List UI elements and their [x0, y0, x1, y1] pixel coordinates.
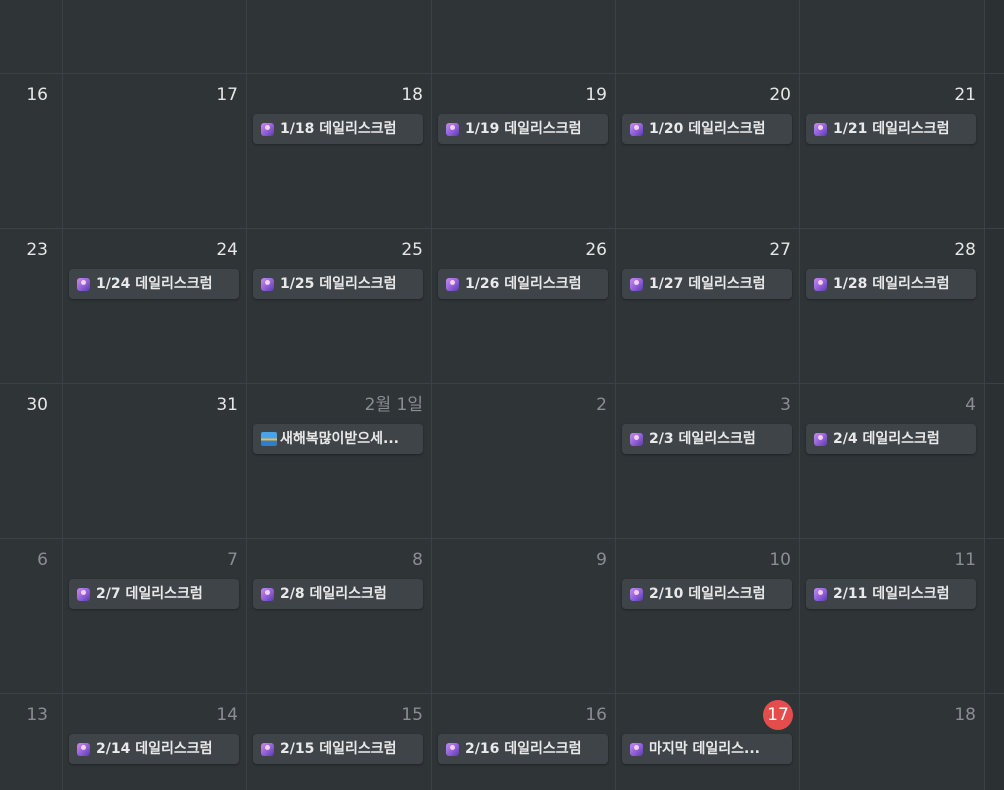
- calendar-event[interactable]: 2/8 데일리스크럼: [253, 579, 423, 609]
- calendar-event[interactable]: 1/27 데일리스크럼: [622, 269, 792, 299]
- calendar-event[interactable]: 2/3 데일리스크럼: [622, 424, 792, 454]
- day-number: 4: [965, 395, 976, 415]
- day-number: 14: [216, 705, 238, 725]
- person-gradient-icon: [77, 588, 90, 601]
- person-gradient-icon: [630, 588, 643, 601]
- day-number: 17: [216, 85, 238, 105]
- event-title: 1/19 데일리스크럼: [465, 121, 582, 137]
- event-title: 2/4 데일리스크럼: [833, 431, 940, 447]
- event-title: 1/18 데일리스크럼: [280, 121, 397, 137]
- person-gradient-icon: [261, 588, 274, 601]
- day-number: 18: [401, 85, 423, 105]
- week-number-label: 16: [26, 85, 48, 105]
- day-number: 19: [585, 85, 607, 105]
- calendar-event[interactable]: 1/26 데일리스크럼: [438, 269, 608, 299]
- calendar-event[interactable]: 2/16 데일리스크럼: [438, 734, 608, 764]
- day-number: 18: [954, 705, 976, 725]
- day-number: 15: [401, 705, 423, 725]
- calendar-event[interactable]: 2/4 데일리스크럼: [806, 424, 976, 454]
- event-title: 2/10 데일리스크럼: [649, 586, 766, 602]
- person-gradient-icon: [630, 433, 643, 446]
- event-title: 2/14 데일리스크럼: [96, 741, 213, 757]
- person-gradient-icon: [446, 123, 459, 136]
- person-gradient-icon: [261, 278, 274, 291]
- calendar-event[interactable]: 2/10 데일리스크럼: [622, 579, 792, 609]
- day-number: 26: [585, 240, 607, 260]
- calendar-event[interactable]: 2/11 데일리스크럼: [806, 579, 976, 609]
- day-number: 8: [412, 550, 423, 570]
- event-title: 마지막 데일리스...: [649, 741, 760, 757]
- calendar-event[interactable]: 1/19 데일리스크럼: [438, 114, 608, 144]
- day-number: 2월 1일: [364, 395, 423, 415]
- grid-column-line: [984, 0, 985, 790]
- day-number: 20: [769, 85, 791, 105]
- sunrise-icon: [261, 432, 277, 446]
- person-gradient-icon: [446, 278, 459, 291]
- event-title: 2/7 데일리스크럼: [96, 586, 203, 602]
- person-gradient-icon: [261, 743, 274, 756]
- calendar-event[interactable]: 2/14 데일리스크럼: [69, 734, 239, 764]
- day-number: 2: [596, 395, 607, 415]
- event-title: 1/27 데일리스크럼: [649, 276, 766, 292]
- event-title: 1/26 데일리스크럼: [465, 276, 582, 292]
- event-title: 2/16 데일리스크럼: [465, 741, 582, 757]
- week-number-label: 30: [26, 395, 48, 415]
- event-title: 1/20 데일리스크럼: [649, 121, 766, 137]
- calendar-event[interactable]: 마지막 데일리스...: [622, 734, 792, 764]
- calendar-event[interactable]: 1/28 데일리스크럼: [806, 269, 976, 299]
- calendar-event[interactable]: 1/24 데일리스크럼: [69, 269, 239, 299]
- week-number-label: 6: [37, 550, 48, 570]
- event-title: 1/21 데일리스크럼: [833, 121, 950, 137]
- event-title: 2/3 데일리스크럼: [649, 431, 756, 447]
- calendar-event[interactable]: 1/18 데일리스크럼: [253, 114, 423, 144]
- day-number: 31: [216, 395, 238, 415]
- week-number-label: 13: [26, 705, 48, 725]
- day-number: 27: [769, 240, 791, 260]
- event-title: 2/15 데일리스크럼: [280, 741, 397, 757]
- day-number: 28: [954, 240, 976, 260]
- event-title: 2/11 데일리스크럼: [833, 586, 950, 602]
- calendar-event[interactable]: 2/15 데일리스크럼: [253, 734, 423, 764]
- today-badge: 17: [763, 700, 793, 730]
- day-number: 10: [769, 550, 791, 570]
- calendar-event[interactable]: 1/20 데일리스크럼: [622, 114, 792, 144]
- month-calendar: 16 23 30 6 13 17 18 1/18 데일리스크럼 19 1/19 데일리스크럼 20 1…: [0, 0, 1004, 790]
- person-gradient-icon: [814, 123, 827, 136]
- event-title: 1/24 데일리스크럼: [96, 276, 213, 292]
- calendar-event[interactable]: 새해복많이받으세...: [253, 424, 423, 454]
- day-number: 25: [401, 240, 423, 260]
- person-gradient-icon: [814, 433, 827, 446]
- day-number: 11: [954, 550, 976, 570]
- event-title: 1/28 데일리스크럼: [833, 276, 950, 292]
- calendar-event[interactable]: 1/25 데일리스크럼: [253, 269, 423, 299]
- day-number: 9: [596, 550, 607, 570]
- person-gradient-icon: [446, 743, 459, 756]
- person-gradient-icon: [77, 278, 90, 291]
- person-gradient-icon: [630, 123, 643, 136]
- right-gutter: [984, 0, 1004, 790]
- person-gradient-icon: [261, 123, 274, 136]
- day-number: 7: [227, 550, 238, 570]
- day-number: 16: [585, 705, 607, 725]
- person-gradient-icon: [630, 278, 643, 291]
- day-number: 21: [954, 85, 976, 105]
- day-number: 3: [780, 395, 791, 415]
- week-number-label: 23: [26, 240, 48, 260]
- event-title: 2/8 데일리스크럼: [280, 586, 387, 602]
- calendar-event[interactable]: 1/21 데일리스크럼: [806, 114, 976, 144]
- person-gradient-icon: [814, 278, 827, 291]
- calendar-event[interactable]: 2/7 데일리스크럼: [69, 579, 239, 609]
- person-gradient-icon: [77, 743, 90, 756]
- event-title: 1/25 데일리스크럼: [280, 276, 397, 292]
- event-title: 새해복많이받으세...: [280, 431, 399, 447]
- person-gradient-icon: [814, 588, 827, 601]
- day-number: 24: [216, 240, 238, 260]
- person-gradient-icon: [630, 743, 643, 756]
